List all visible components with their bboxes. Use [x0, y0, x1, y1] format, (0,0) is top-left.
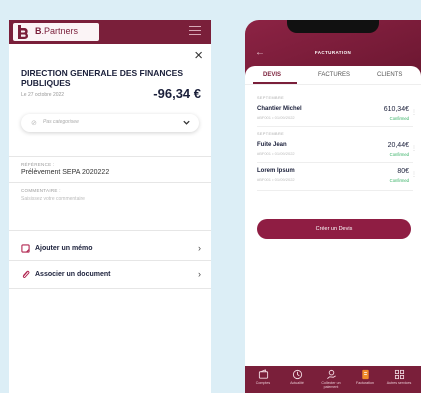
comment-input[interactable]: Saisissez votre commentaire	[21, 196, 85, 202]
more-options-icon[interactable]: ⋮	[411, 145, 417, 152]
divider	[9, 182, 211, 183]
status-badge: Confirmed	[389, 178, 409, 183]
quote-meta: #BF001 • 01/09/2022	[257, 115, 295, 120]
month-header: SEPTEMBRE	[257, 132, 285, 136]
tab-factures[interactable]: FACTURES	[318, 72, 350, 78]
nav-facturation[interactable]: Facturation	[351, 369, 379, 385]
paperclip-icon	[22, 270, 30, 278]
nav-label: Comptes	[255, 381, 271, 385]
menu-icon[interactable]	[189, 26, 201, 38]
divider	[9, 230, 211, 231]
quote-item[interactable]: Lorem Ipsum #BF001 • 01/09/2022 80€ Conf…	[245, 168, 421, 192]
divider	[245, 84, 421, 85]
nav-autres-services[interactable]: Autres services	[385, 369, 413, 385]
phone-notch	[287, 20, 379, 33]
divider	[9, 156, 211, 157]
invoicing-body: DEVIS FACTURES CLIENTS SEPTEMBRE Chantie…	[245, 66, 421, 366]
nav-label: Actualité	[290, 381, 304, 385]
status-badge: Confirmed	[389, 116, 409, 121]
nav-comptes[interactable]: Comptes	[249, 369, 277, 385]
attach-document-label: Associer un document	[35, 271, 111, 278]
client-name: Lorem Ipsum	[257, 168, 295, 174]
quote-amount: 20,44€	[387, 142, 409, 149]
chevron-down-icon	[183, 120, 190, 125]
client-name: Chantier Michel	[257, 106, 302, 112]
transaction-sheet: × DIRECTION GENERALE DES FINANCES PUBLIQ…	[9, 44, 211, 393]
nav-label: Collecter un paiement	[321, 381, 341, 389]
quote-meta: #BF001 • 01/09/2022	[257, 177, 295, 182]
nav-label: Autres services	[386, 381, 412, 385]
comment-label: COMMENTAIRE :	[21, 188, 61, 193]
wallet-icon	[258, 369, 268, 379]
more-options-icon[interactable]: ⋮	[411, 109, 417, 116]
app-header: B.Partners	[9, 20, 211, 44]
nav-label: Facturation	[356, 381, 374, 385]
memo-icon	[21, 244, 30, 253]
category-select[interactable]: ⊘ Pas categorisee	[21, 114, 199, 132]
quote-amount: 80€	[397, 168, 409, 175]
quote-amount: 610,34€	[383, 106, 409, 113]
reference-value: Prélèvement SEPA 2020222	[21, 169, 110, 176]
invoicing-screen: ← FACTURATION DEVIS FACTURES CLIENTS SEP…	[245, 20, 421, 393]
category-placeholder: Pas categorisee	[43, 119, 79, 125]
client-name: Fuite Jean	[257, 142, 287, 148]
nav-actualite[interactable]: Actualité	[283, 369, 311, 385]
tag-icon: ⊘	[31, 120, 37, 127]
divider	[9, 260, 211, 261]
collect-payment-icon	[326, 369, 336, 379]
transaction-detail-screen: B.Partners × DIRECTION GENERALE DES FINA…	[9, 20, 211, 393]
divider	[257, 190, 413, 191]
grid-icon	[394, 369, 404, 380]
invoice-icon	[361, 369, 369, 380]
month-header: SEPTEMBRE	[257, 96, 285, 100]
create-quote-button[interactable]: Créer un Devis	[257, 219, 411, 239]
close-icon[interactable]: ×	[194, 48, 203, 63]
add-memo-row[interactable]: Ajouter un mémo ›	[9, 236, 211, 262]
news-icon	[292, 369, 302, 380]
quote-meta: #BF001 • 01/09/2022	[257, 151, 295, 156]
tab-clients[interactable]: CLIENTS	[377, 72, 402, 78]
chevron-right-icon: ›	[198, 243, 201, 253]
divider	[257, 126, 413, 127]
add-memo-label: Ajouter un mémo	[35, 245, 93, 252]
attach-document-row[interactable]: Associer un document ›	[9, 262, 211, 288]
transaction-date: Le 27 octobre 2022	[21, 92, 65, 98]
logo-name: .Partners	[41, 26, 79, 36]
divider	[9, 288, 211, 289]
bottom-nav: Comptes Actualité Collecter un paiement …	[245, 366, 421, 393]
reference-label: RÉFÉRENCE :	[21, 162, 55, 167]
more-options-icon[interactable]: ⋮	[411, 171, 417, 178]
divider	[257, 162, 413, 163]
chevron-right-icon: ›	[198, 269, 201, 279]
transaction-title: DIRECTION GENERALE DES FINANCES PUBLIQUE…	[21, 68, 183, 88]
page-title: FACTURATION	[314, 50, 352, 55]
status-badge: Confirmed	[389, 152, 409, 157]
nav-collecter-paiement[interactable]: Collecter un paiement	[317, 369, 345, 389]
transaction-amount: -96,34 €	[153, 86, 201, 101]
tab-devis[interactable]: DEVIS	[263, 72, 281, 78]
brand-logo: B.Partners	[13, 23, 99, 41]
tab-bar: DEVIS FACTURES CLIENTS	[245, 66, 421, 85]
logo-mark-icon	[18, 25, 28, 39]
